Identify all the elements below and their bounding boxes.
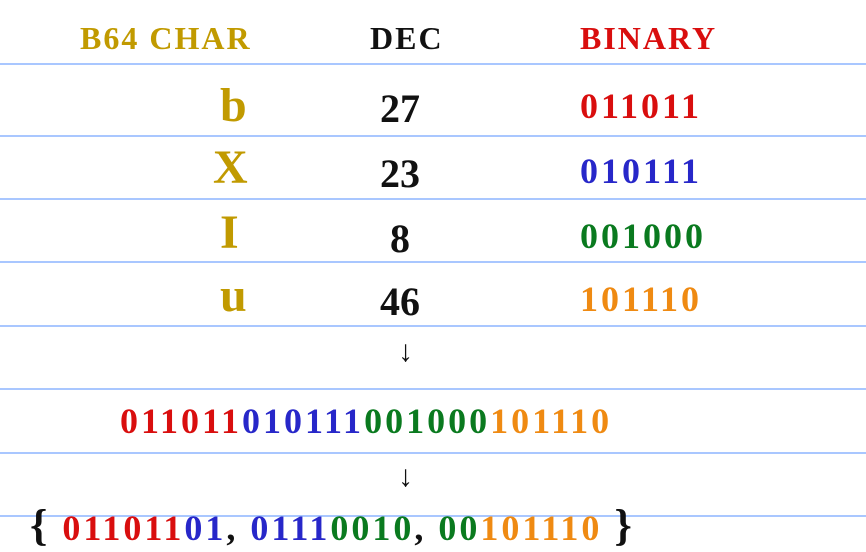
rule-line bbox=[0, 63, 866, 65]
diagram-root: B64 CHAR DEC BINARY b 27 011011 X 23 010… bbox=[0, 0, 866, 552]
rule-line bbox=[0, 135, 866, 137]
dec-46: 46 bbox=[380, 278, 420, 325]
char-i: I bbox=[220, 205, 239, 260]
dec-23: 23 bbox=[380, 150, 420, 197]
bin-001000: 001000 bbox=[580, 215, 706, 257]
header-char: B64 CHAR bbox=[80, 20, 252, 57]
rule-line bbox=[0, 388, 866, 390]
bytes-row: { 01101101, 01110010, 00101110 } bbox=[30, 500, 635, 551]
byte2-a: 00 bbox=[438, 508, 480, 548]
comma: , bbox=[226, 508, 250, 548]
rule-line bbox=[0, 198, 866, 200]
rule-line bbox=[0, 325, 866, 327]
byte1-b: 0010 bbox=[330, 508, 414, 548]
rule-line bbox=[0, 261, 866, 263]
bin-101110: 101110 bbox=[580, 278, 702, 320]
brace-close: } bbox=[614, 501, 634, 550]
char-x: X bbox=[213, 140, 248, 195]
bin-011011: 011011 bbox=[580, 85, 702, 127]
concat-seg-1: 010111 bbox=[242, 401, 364, 441]
comma: , bbox=[414, 508, 438, 548]
byte2-b: 101110 bbox=[480, 508, 602, 548]
byte0-a: 011011 bbox=[62, 508, 184, 548]
concat-seg-3: 101110 bbox=[490, 401, 612, 441]
arrow-icon: ↓ bbox=[398, 460, 413, 494]
bin-010111: 010111 bbox=[580, 150, 702, 192]
brace-open: { bbox=[30, 501, 50, 550]
header-binary: BINARY bbox=[580, 20, 717, 57]
concat-seg-2: 001000 bbox=[364, 401, 490, 441]
rule-line bbox=[0, 452, 866, 454]
dec-27: 27 bbox=[380, 85, 420, 132]
char-b: b bbox=[220, 78, 247, 133]
byte1-a: 0111 bbox=[250, 508, 330, 548]
char-u: u bbox=[220, 268, 247, 323]
arrow-icon: ↓ bbox=[398, 335, 413, 369]
dec-8: 8 bbox=[390, 215, 410, 262]
concat-seg-0: 011011 bbox=[120, 401, 242, 441]
concat-bits: 011011010111001000101110 bbox=[120, 400, 612, 442]
byte0-b: 01 bbox=[184, 508, 226, 548]
header-dec: DEC bbox=[370, 20, 444, 57]
